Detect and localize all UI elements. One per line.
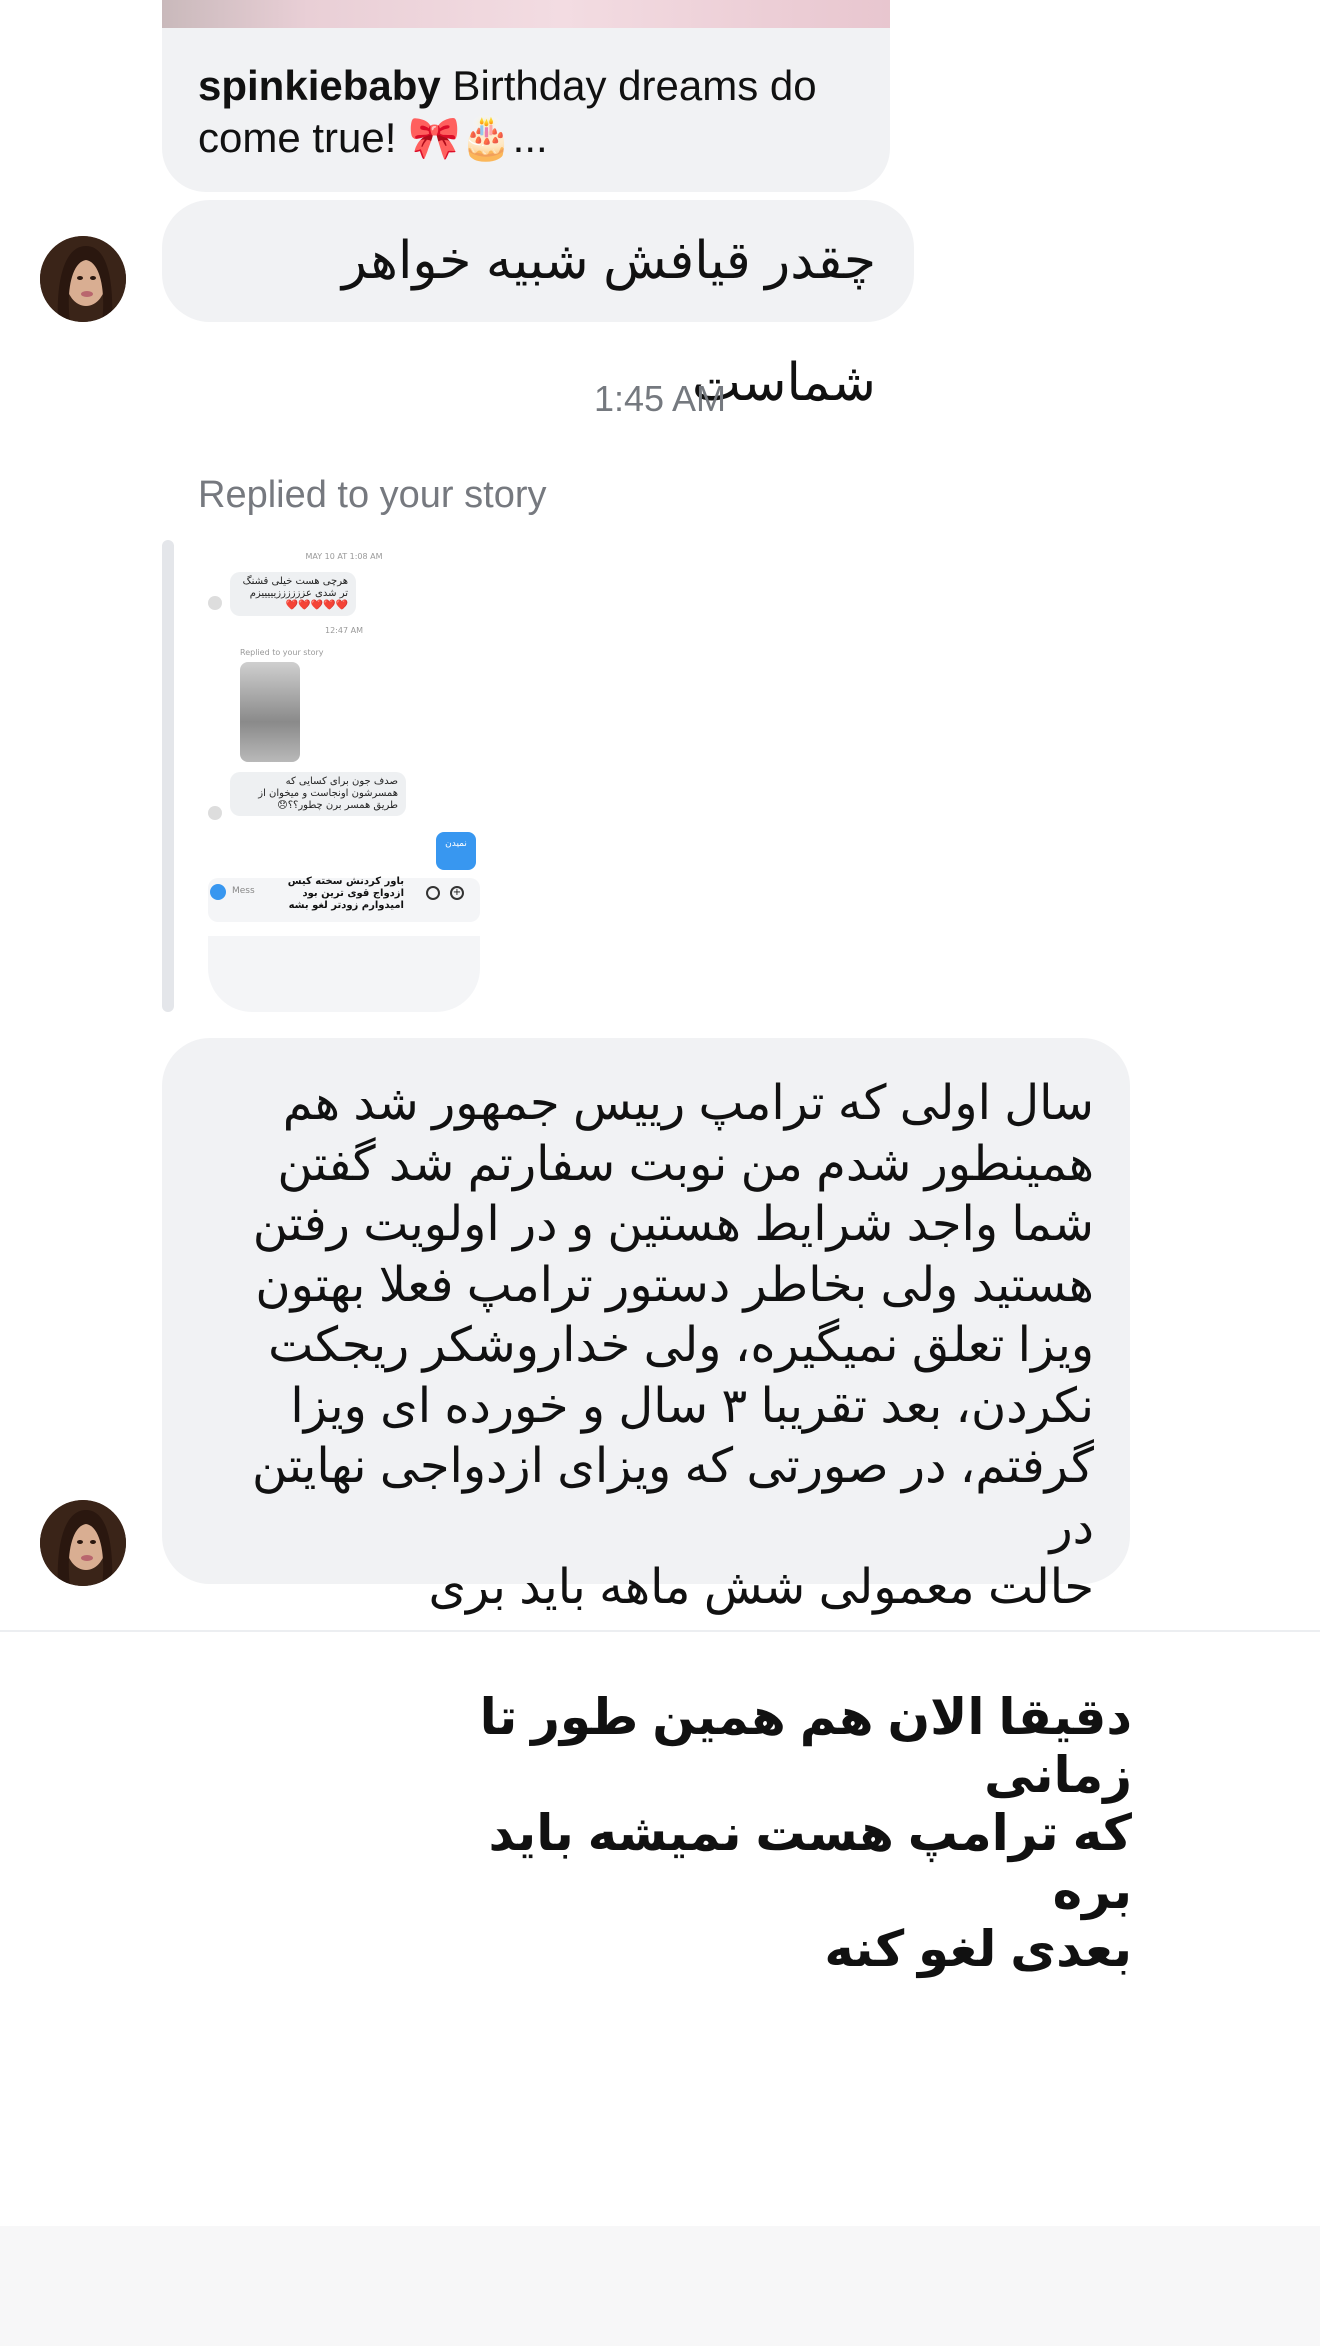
shared-post-caption: spinkiebaby Birthday dreams do come true…: [198, 60, 858, 164]
thumb-input-placeholder: Mess: [232, 886, 255, 896]
thumb-message-1: هرچی هست خیلی قشنگ تر شدی عززززززیییییزم…: [230, 572, 356, 616]
shared-post-image[interactable]: [162, 0, 890, 28]
sender-avatar-2[interactable]: [40, 1500, 126, 1586]
thumb-replied-label: Replied to your story: [240, 648, 324, 657]
thumb-story-image: [240, 662, 300, 762]
thumb-date-header: MAY 10 AT 1:08 AM: [305, 552, 383, 561]
sender-avatar[interactable]: [40, 236, 126, 322]
story-thumbnail[interactable]: MAY 10 AT 1:08 AM هرچی هست خیلی قشنگ تر …: [208, 540, 480, 1012]
divider: [0, 1630, 1320, 1632]
story-overlay-text: دقیقا الان هم همین طور تا زمانی که ترامپ…: [479, 1689, 1132, 1977]
message-timestamp: 1:45 AM: [593, 378, 727, 419]
thumb-avatar-icon-2: [208, 806, 222, 820]
thumb-time-2: 12:47 AM: [325, 626, 363, 635]
thumb-camera-icon: [210, 884, 226, 900]
thumb-sent-bubble: نمیدن: [436, 832, 476, 870]
thumb-overlay-text: باور کردنش سخته کیس ازدواج قوی ترین بود …: [287, 876, 404, 911]
replied-to-story-label: Replied to your story: [198, 474, 547, 516]
story-reply-quote-bar: [162, 540, 174, 1012]
thumb-avatar-icon: [208, 596, 222, 610]
shared-post-card[interactable]: spinkiebaby Birthday dreams do come true…: [162, 0, 890, 192]
message-bubble[interactable]: چقدر قیافش شبیه خواهر شماست: [162, 200, 914, 412]
message-bubble-long[interactable]: سال اولی که ترامپ رییس جمهور شد هم همینط…: [162, 1038, 1130, 1614]
thumb-add-icon: +: [450, 886, 464, 900]
thumb-message-2: صدف جون برای کسایی که همسرشون اونجاست و …: [230, 772, 406, 816]
post-username: spinkiebaby: [198, 62, 441, 109]
thumb-sticker-icon: [426, 886, 440, 900]
bottom-area: [0, 2226, 1320, 2346]
avatar-photo-2: [40, 1500, 126, 1586]
thumb-bottom-fade: [208, 936, 480, 1012]
avatar-photo: [40, 236, 126, 322]
